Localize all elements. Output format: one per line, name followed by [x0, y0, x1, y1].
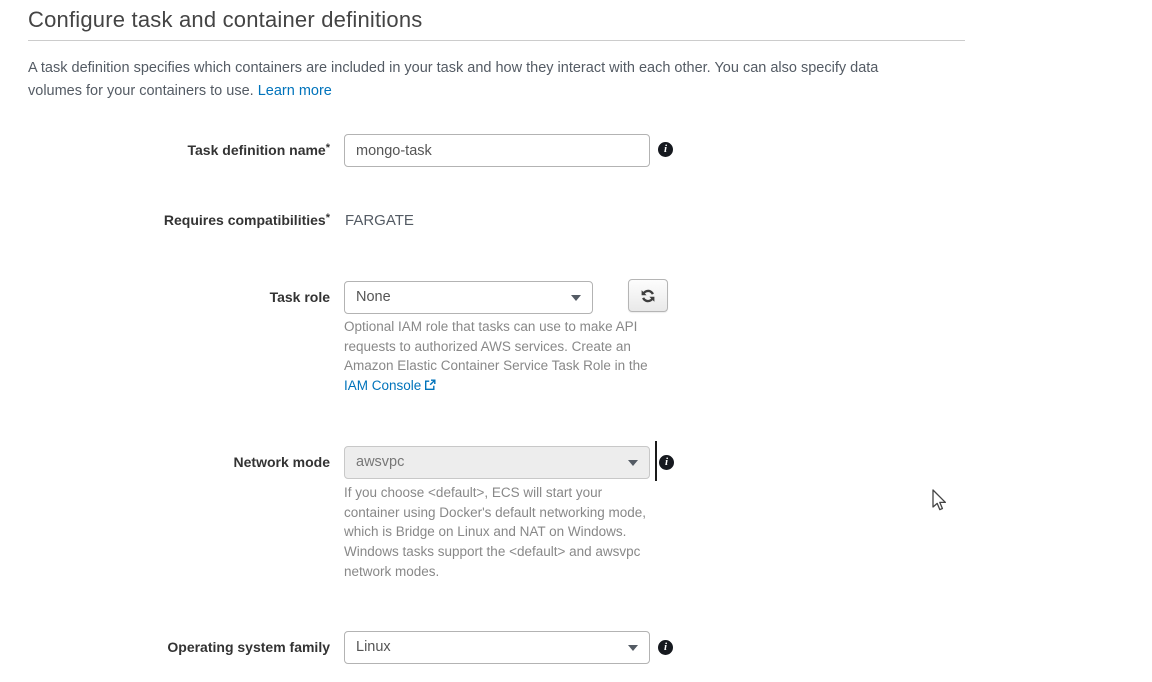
- task-role-select[interactable]: None: [344, 281, 593, 314]
- required-asterisk: *: [326, 212, 330, 224]
- title-divider: [28, 40, 965, 41]
- iam-console-link[interactable]: IAM Console: [344, 378, 421, 393]
- refresh-button[interactable]: [628, 279, 668, 312]
- learn-more-link[interactable]: Learn more: [258, 83, 332, 99]
- operating-system-family-label: Operating system family: [0, 631, 330, 664]
- text-cursor: [655, 441, 657, 481]
- task-definition-name-input[interactable]: [344, 134, 650, 167]
- info-icon[interactable]: i: [658, 142, 673, 157]
- network-mode-label: Network mode: [0, 446, 330, 479]
- info-icon[interactable]: i: [658, 640, 673, 655]
- task-role-help-text: Optional IAM role that tasks can use to …: [344, 317, 656, 397]
- network-mode-help-text: If you choose <default>, ECS will start …: [344, 483, 656, 582]
- chevron-down-icon: [628, 645, 638, 651]
- task-role-label: Task role: [0, 281, 330, 314]
- info-icon[interactable]: i: [659, 455, 674, 470]
- external-link-icon: [424, 377, 436, 397]
- refresh-icon: [640, 288, 656, 304]
- network-mode-selected-value: awsvpc: [356, 454, 404, 470]
- network-mode-select: awsvpc: [344, 446, 650, 479]
- requires-compatibilities-label: Requires compatibilities*: [0, 206, 330, 234]
- configure-task-page: Configure task and container definitions…: [0, 0, 1152, 682]
- chevron-down-icon: [628, 460, 638, 466]
- operating-system-family-select[interactable]: Linux: [344, 631, 650, 664]
- chevron-down-icon: [571, 295, 581, 301]
- intro-text-line2: volumes for your containers to use. Lear…: [28, 80, 948, 103]
- intro-text-line1: A task definition specifies which contai…: [28, 57, 948, 80]
- page-title: Configure task and container definitions: [28, 7, 422, 33]
- task-definition-name-label: Task definition name*: [0, 134, 330, 167]
- operating-system-family-selected-value: Linux: [356, 639, 391, 655]
- mouse-cursor: [931, 489, 949, 518]
- intro-text: A task definition specifies which contai…: [28, 57, 948, 103]
- required-asterisk: *: [326, 142, 330, 154]
- requires-compatibilities-value: FARGATE: [345, 212, 414, 229]
- task-role-selected-value: None: [356, 289, 391, 305]
